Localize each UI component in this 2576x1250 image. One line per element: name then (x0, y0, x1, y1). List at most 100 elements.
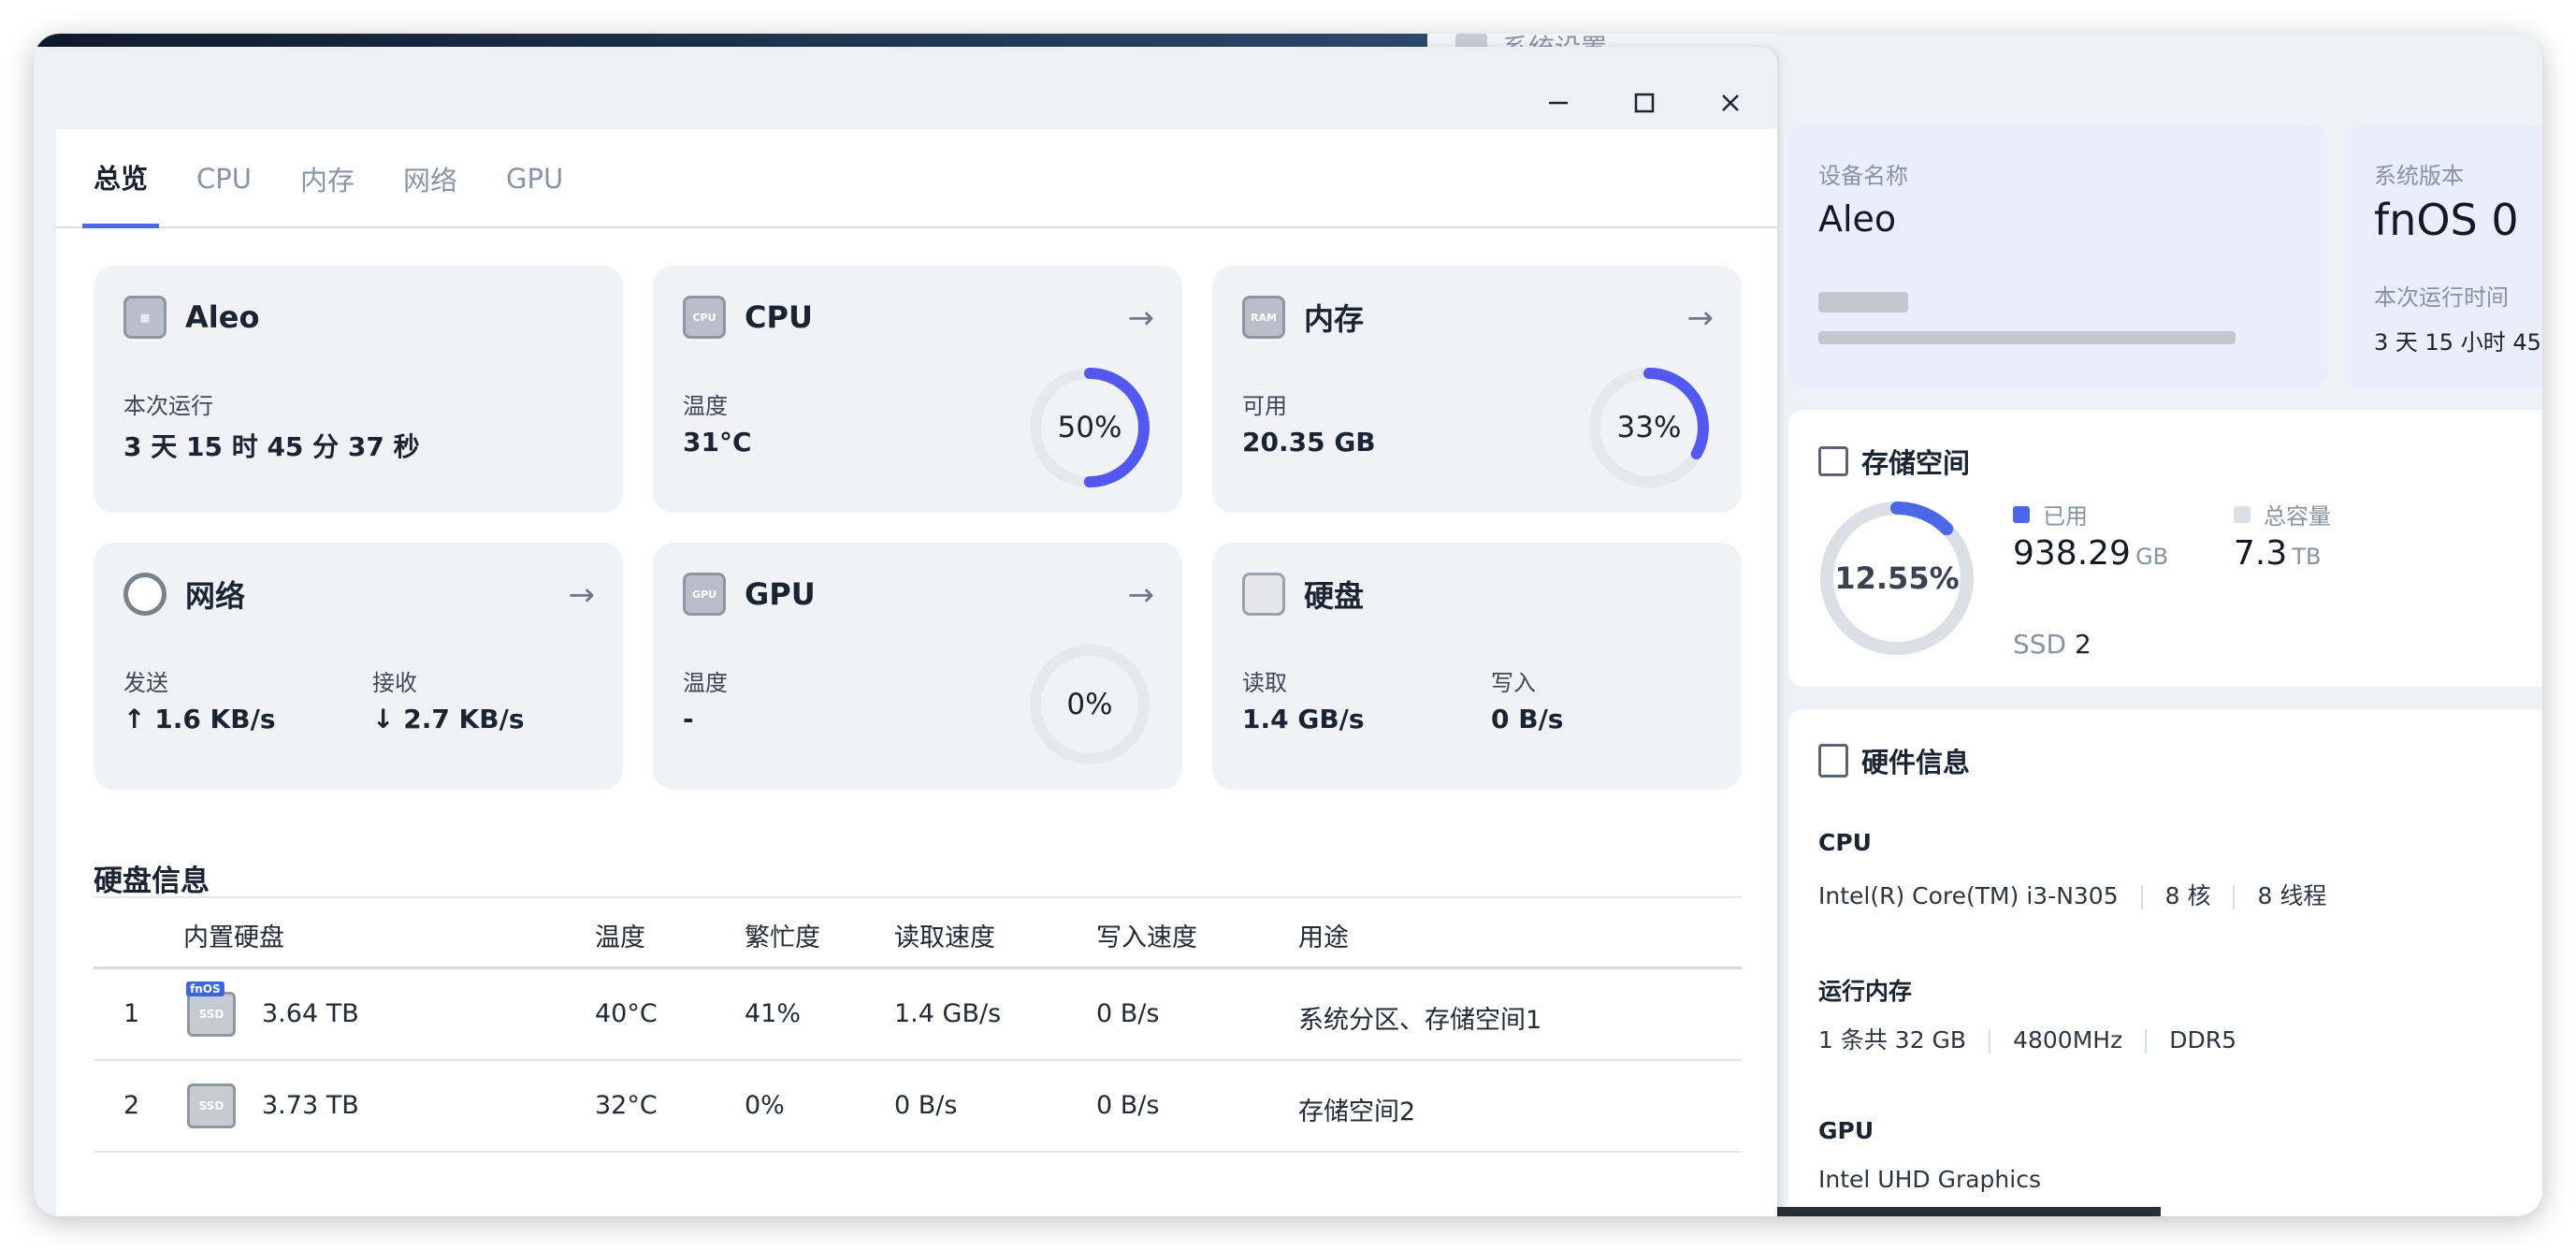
background-window-strip (34, 34, 1427, 47)
hw-ram-label: 运行内存 (1818, 978, 1913, 1005)
disk-drive-icon (1242, 573, 1285, 616)
storage-percent: 12.55% (1834, 560, 1960, 596)
memory-avail-value: 20.35 GB (1242, 427, 1376, 458)
fnos-badge: fnOS (186, 981, 224, 996)
cpu-card-title: CPU (745, 299, 813, 335)
storage-ring: 12.55% (1816, 498, 1977, 659)
hardware-card: 硬件信息 CPU Intel(R) Core(TM) i3-N305 8 核8 线… (1788, 709, 2542, 1216)
table-row[interactable]: 1 SSD fnOS 3.64 TB 40°C 41% 1.4 GB/s 0 B/… (94, 969, 1742, 1061)
arrow-right-icon[interactable]: → (1128, 299, 1155, 337)
disk-card: 硬盘 读取 1.4 GB/s 写入 0 B/s (1212, 543, 1742, 790)
header-drive: 内置硬盘 (183, 923, 284, 952)
gpu-card[interactable]: GPU GPU → 温度 - 0% (653, 543, 1182, 790)
memory-card[interactable]: RAM 内存 → 可用 20.35 GB 33% (1212, 266, 1742, 513)
memory-card-title: 内存 (1304, 301, 1365, 337)
uptime-value: 3 天 15 小时 45 (2374, 329, 2541, 356)
uptime-label: 本次运行时间 (2374, 284, 2509, 311)
device-icon: ▦ (123, 296, 166, 339)
row-usage: 系统分区、存储空间1 (1298, 1006, 1542, 1035)
hw-gpu-label: GPU (1818, 1117, 1874, 1144)
row-read: 0 B/s (894, 1091, 958, 1120)
gpu-usage-text: 0% (1066, 688, 1113, 721)
device-name-card: 设备名称 Aleo (1788, 125, 2327, 387)
ram-icon: RAM (1242, 296, 1285, 339)
tab-bar: 总览 CPU 内存 网络 GPU (56, 129, 1777, 228)
ssd-count: SSD 2 (2013, 629, 2091, 660)
hw-cpu-label: CPU (1818, 829, 1872, 856)
header-usage: 用途 (1298, 923, 1349, 952)
network-card[interactable]: 网络 → 发送 ↑ 1.6 KB/s 接收 ↓ 2.7 KB/s (94, 543, 623, 790)
gpu-chip-icon: GPU (683, 573, 726, 616)
hw-gpu-model: Intel UHD Graphics (1818, 1166, 2041, 1193)
row-busy: 41% (745, 999, 802, 1028)
arrow-right-icon[interactable]: → (1128, 576, 1155, 614)
hardware-title: 硬件信息 (1818, 741, 1970, 780)
cpu-card[interactable]: CPU CPU → 温度 31°C 50% (653, 266, 1182, 513)
gpu-usage-ring: 0% (1025, 640, 1154, 769)
taskbar-strip (1775, 1207, 2161, 1216)
row-read: 1.4 GB/s (894, 999, 1002, 1028)
system-version-card: 系统版本 fnOS 0 本次运行时间 3 天 15 小时 45 (2344, 125, 2542, 387)
row-temp: 40°C (595, 999, 658, 1028)
read-value: 1.4 GB/s (1242, 704, 1365, 734)
row-size: 3.73 TB (262, 1091, 359, 1120)
cpu-temp-label: 温度 (683, 393, 728, 419)
resource-monitor-window: 总览 CPU 内存 网络 GPU ▦ Aleo 本次运行 3 天 15 时 45 … (34, 47, 1777, 1216)
arrow-right-icon[interactable]: → (569, 576, 596, 614)
storage-card: 存储空间 12.55% 已用 938.29 GB 总容量 7.3 TB SSD … (1788, 410, 2542, 687)
system-info-panel: 设备名称 Aleo 系统版本 fnOS 0 本次运行时间 3 天 15 小时 4… (1775, 34, 2542, 1216)
disk-table-header: 内置硬盘 温度 繁忙度 读取速度 写入速度 用途 (94, 896, 1742, 969)
uptime-value: 3 天 15 时 45 分 37 秒 (123, 431, 420, 462)
used-swatch (2013, 505, 2030, 523)
send-label: 发送 (123, 670, 168, 696)
close-icon (1722, 94, 1739, 111)
used-value: 938.29 (2013, 534, 2131, 573)
row-index: 1 (123, 999, 140, 1028)
tab-cpu[interactable]: CPU (185, 129, 263, 228)
cpu-chip-icon: CPU (683, 296, 726, 339)
cpu-usage-ring: 50% (1025, 363, 1154, 492)
screen-frame: 系统设置 设备名称 Aleo 系统版本 fnOS 0 本次运行时间 3 天 15… (34, 34, 2542, 1216)
memory-avail-label: 可用 (1242, 393, 1287, 419)
header-read: 读取速度 (894, 923, 995, 952)
total-value: 7.3 (2234, 534, 2288, 573)
storage-total-legend: 总容量 7.3 TB (2234, 498, 2331, 573)
used-unit: GB (2135, 544, 2169, 570)
row-index: 2 (123, 1091, 140, 1120)
table-row[interactable]: 2 SSD 3.73 TB 32°C 0% 0 B/s 0 B/s 存储空间2 (94, 1061, 1742, 1153)
hw-cpu-details: Intel(R) Core(TM) i3-N305 8 核8 线程 (1818, 882, 2327, 909)
total-label: 总容量 (2264, 503, 2331, 530)
disk-card-title: 硬盘 (1304, 578, 1365, 614)
gpu-temp-value: - (683, 704, 694, 734)
header-temp: 温度 (595, 923, 645, 952)
cpu-usage-text: 50% (1057, 411, 1122, 444)
cpu-temp-value: 31°C (683, 427, 752, 458)
close-button[interactable] (1702, 75, 1758, 131)
row-usage: 存储空间2 (1298, 1097, 1416, 1126)
dialog-content: 总览 CPU 内存 网络 GPU ▦ Aleo 本次运行 3 天 15 时 45 … (56, 129, 1777, 1216)
device-name-label: 设备名称 (1818, 163, 1908, 189)
maximize-icon (1634, 93, 1655, 113)
device-name-value: Aleo (1818, 198, 1897, 240)
gpu-card-title: GPU (745, 576, 816, 612)
arrow-right-icon[interactable]: → (1687, 299, 1715, 337)
ssd-icon: SSD fnOS (186, 981, 236, 1037)
tab-network[interactable]: 网络 (392, 129, 469, 228)
tab-gpu[interactable]: GPU (495, 129, 574, 228)
memory-usage-text: 33% (1616, 411, 1682, 444)
row-busy: 0% (745, 1091, 785, 1120)
gpu-temp-label: 温度 (683, 670, 728, 696)
minimize-icon (1549, 101, 1568, 105)
device-card-name: Aleo (185, 299, 260, 335)
storage-title: 存储空间 (1818, 442, 1970, 481)
row-temp: 32°C (595, 1091, 658, 1120)
tab-overview[interactable]: 总览 (82, 129, 160, 228)
minimize-button[interactable] (1530, 75, 1586, 131)
maximize-button[interactable] (1616, 75, 1672, 131)
storage-used-legend: 已用 938.29 GB (2013, 498, 2168, 573)
write-value: 0 B/s (1491, 704, 1564, 734)
row-write: 0 B/s (1096, 1091, 1160, 1120)
tab-memory[interactable]: 内存 (289, 129, 366, 228)
recv-value: ↓ 2.7 KB/s (372, 704, 525, 734)
send-value: ↑ 1.6 KB/s (123, 704, 276, 734)
